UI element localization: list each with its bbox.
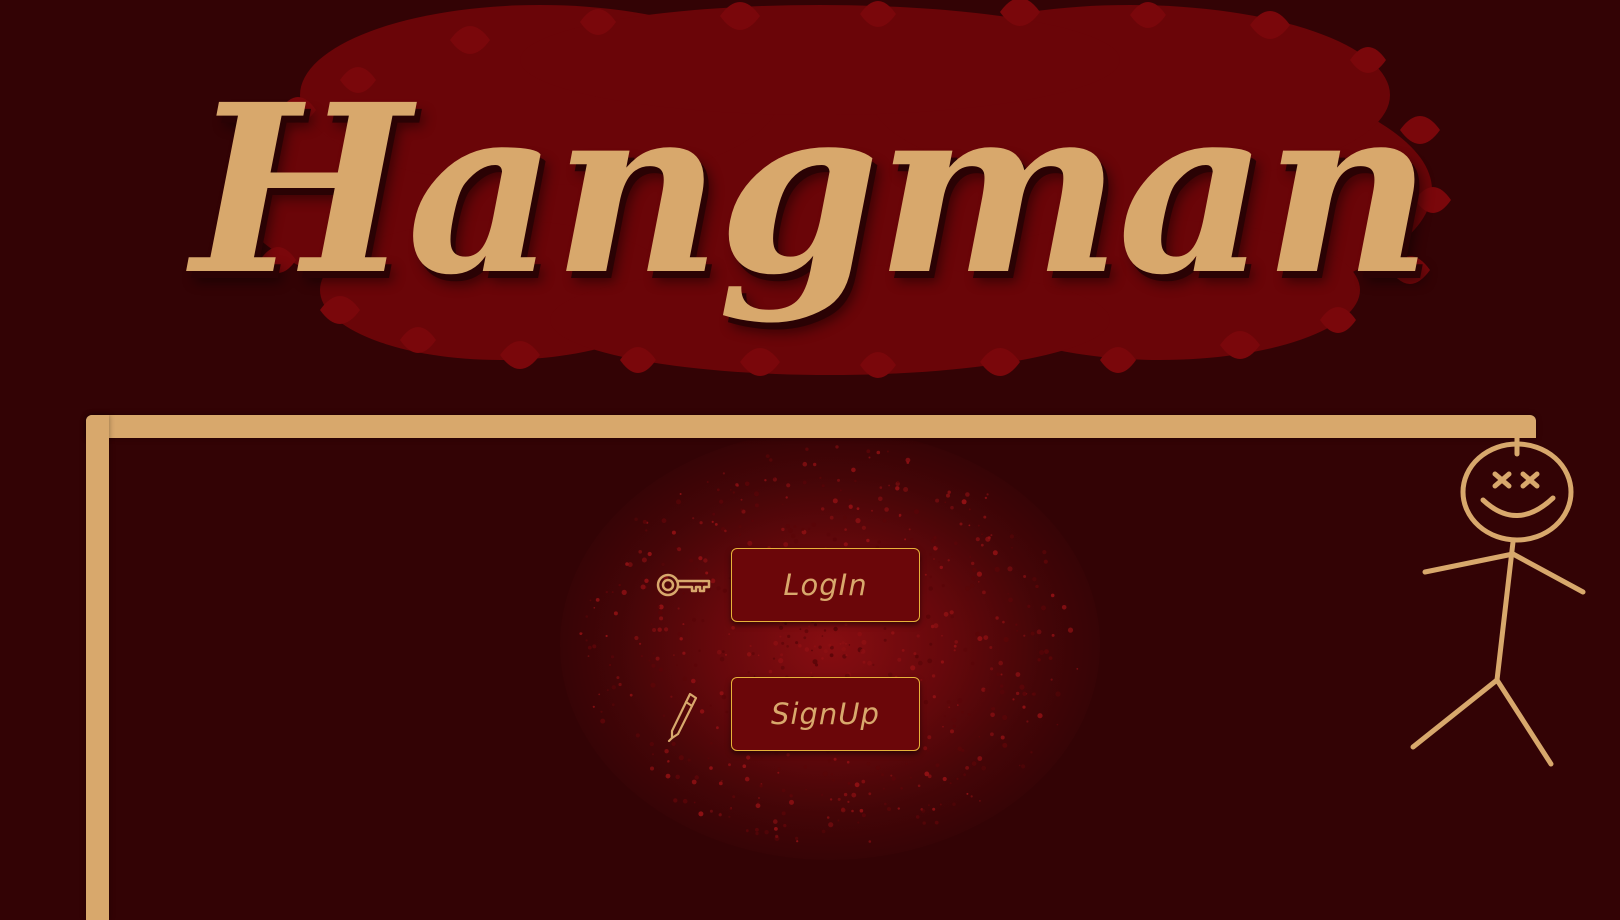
signup-button[interactable]: SignUp (731, 677, 920, 751)
app-title: Hangman (191, 53, 1433, 326)
splatter-speckle-decoration (579, 445, 1079, 843)
hangman-start-screen: Hangman LogIn SignUp (0, 0, 1620, 920)
gallows-post (86, 415, 109, 920)
key-icon (656, 573, 711, 597)
gallows-top-beam (86, 415, 1536, 438)
pen-icon (667, 692, 698, 742)
stickman-icon (1410, 436, 1586, 767)
login-button[interactable]: LogIn (731, 548, 920, 622)
